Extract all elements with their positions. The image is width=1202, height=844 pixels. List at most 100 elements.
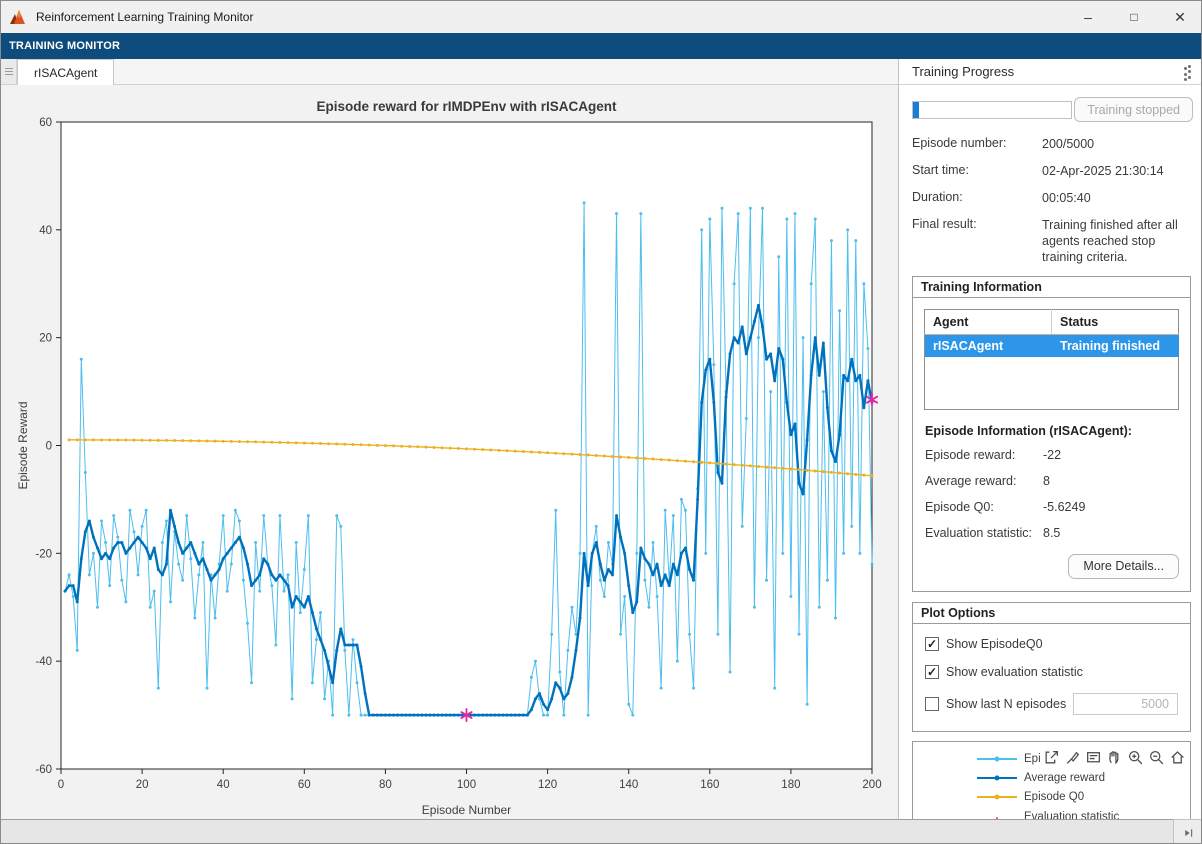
legend-item-average-reward: Average reward (913, 769, 1190, 788)
tab-grip[interactable] (1, 59, 17, 84)
field-label: Episode number: (912, 136, 1042, 152)
svg-text:Episode Reward: Episode Reward (16, 401, 30, 489)
export-icon[interactable] (1043, 749, 1060, 766)
info-row-start-time: Start time: 02-Apr-2025 21:30:14 (912, 163, 1193, 179)
checkbox-label: Show last N episodes (946, 697, 1066, 711)
svg-text:0: 0 (58, 779, 64, 791)
training-information-group: Training Information Agent Status rISACA… (912, 276, 1191, 592)
field-value: 02-Apr-2025 21:30:14 (1042, 163, 1193, 179)
matlab-logo-icon (9, 9, 27, 25)
legend-marker (995, 795, 1000, 800)
progress-fill (913, 102, 919, 118)
field-value: 00:05:40 (1042, 190, 1193, 206)
agents-table: Agent Status rISACAgent Training finishe… (924, 309, 1179, 410)
legend-line-average-reward (977, 777, 1017, 779)
chart-title: Episode reward for rIMDPEnv with rISACAg… (61, 99, 872, 114)
stat-evaluation-statistic: Evaluation statistic: 8.5 (925, 526, 1178, 540)
panel-expand-corner[interactable] (1173, 819, 1202, 844)
stat-average-reward: Average reward: 8 (925, 474, 1178, 488)
stat-episode-q0: Episode Q0: -5.6249 (925, 500, 1178, 514)
progress-info: Episode number: 200/5000 Start time: 02-… (912, 136, 1193, 265)
horizontal-scrollbar[interactable] (1, 819, 1173, 844)
checkbox-row-show-episodeq0: ✓ Show EpisodeQ0 (925, 637, 1178, 651)
field-value: Training finished after all agents reach… (1042, 217, 1193, 265)
svg-text:-40: -40 (35, 656, 52, 668)
field-label: Duration: (912, 190, 1042, 206)
svg-text:60: 60 (39, 117, 52, 129)
chart-region: 020406080100120140160180200-60-40-200204… (1, 85, 898, 819)
info-row-duration: Duration: 00:05:40 (912, 190, 1193, 206)
svg-text:140: 140 (619, 779, 638, 791)
stat-episode-reward: Episode reward: -22 (925, 448, 1178, 462)
checkbox-label: Show EpisodeQ0 (946, 637, 1043, 651)
svg-text:20: 20 (136, 779, 149, 791)
svg-text:100: 100 (457, 779, 476, 791)
legend-marker (995, 776, 1000, 781)
training-progress-bar (912, 101, 1072, 119)
pan-icon[interactable] (1106, 749, 1123, 766)
window-controls: – □ ✕ (1065, 1, 1202, 33)
svg-text:40: 40 (217, 779, 230, 791)
stat-value: -5.6249 (1043, 500, 1178, 514)
close-button[interactable]: ✕ (1157, 1, 1202, 33)
field-value: 200/5000 (1042, 136, 1193, 152)
table-row-rlsacagent[interactable]: rISACAgent Training finished (925, 335, 1179, 358)
legend-item-episode-q0: Episode Q0 (913, 788, 1190, 807)
stat-label: Episode reward: (925, 448, 1043, 462)
show-last-n-episodes-checkbox[interactable] (925, 697, 939, 711)
field-label: Final result: (912, 217, 1042, 265)
cell-status: Training finished (1052, 335, 1179, 358)
column-header-agent: Agent (925, 310, 1052, 335)
legend-marker (995, 757, 1000, 762)
legend-label: Average reward (1024, 771, 1105, 785)
info-row-episode-number: Episode number: 200/5000 (912, 136, 1193, 152)
home-icon[interactable] (1169, 749, 1186, 766)
svg-text:-20: -20 (35, 548, 52, 560)
window-title: Reinforcement Learning Training Monitor (36, 10, 253, 24)
svg-text:180: 180 (781, 779, 800, 791)
ribbon-label: TRAINING MONITOR (9, 40, 120, 52)
svg-text:160: 160 (700, 779, 719, 791)
last-n-episodes-input: 5000 (1073, 693, 1178, 715)
minimize-button[interactable]: – (1065, 1, 1111, 33)
stat-label: Average reward: (925, 474, 1043, 488)
stat-label: Episode Q0: (925, 500, 1043, 514)
info-row-final-result: Final result: Training finished after al… (912, 217, 1193, 265)
stat-value: 8.5 (1043, 526, 1178, 540)
ribbon-training-monitor: TRAINING MONITOR (1, 33, 1202, 59)
brush-icon[interactable] (1064, 749, 1081, 766)
datatips-icon[interactable] (1085, 749, 1102, 766)
tab-options-kebab-icon[interactable] (1182, 65, 1189, 83)
svg-text:200: 200 (862, 779, 881, 791)
show-evaluation-statistic-checkbox[interactable]: ✓ (925, 665, 939, 679)
legend-label: Episode Q0 (1024, 790, 1084, 804)
title-bar: Reinforcement Learning Training Monitor … (1, 1, 1202, 33)
training-progress-panel: Training Progress Training stopped Episo… (898, 59, 1202, 819)
axes-toolbar (1041, 747, 1188, 768)
expand-panel-icon (1183, 827, 1195, 839)
maximize-button[interactable]: □ (1111, 1, 1157, 33)
group-title: Training Information (913, 277, 1190, 298)
table-empty-space (925, 357, 1179, 409)
progress-row: Training stopped (912, 97, 1193, 122)
plot-options-group: Plot Options ✓ Show EpisodeQ0 ✓ Show eva… (912, 602, 1191, 732)
show-episodeq0-checkbox[interactable]: ✓ (925, 637, 939, 651)
zoom-out-icon[interactable] (1148, 749, 1165, 766)
svg-text:80: 80 (379, 779, 392, 791)
legend-line-episode-reward (977, 758, 1017, 760)
svg-text:-60: -60 (35, 764, 52, 776)
episode-reward-chart[interactable]: 020406080100120140160180200-60-40-200204… (1, 85, 898, 819)
tab-rlsacagent[interactable]: rISACAgent (17, 59, 114, 85)
column-header-status: Status (1052, 310, 1179, 335)
svg-text:Episode Number: Episode Number (422, 803, 511, 817)
tab-label: rISACAgent (34, 66, 97, 80)
zoom-in-icon[interactable] (1127, 749, 1144, 766)
svg-text:60: 60 (298, 779, 311, 791)
stat-value: 8 (1043, 474, 1178, 488)
panel-title: Training Progress (912, 64, 1186, 79)
bottom-bar (1, 819, 1202, 844)
stat-label: Evaluation statistic: (925, 526, 1043, 540)
checkbox-label: Show evaluation statistic (946, 665, 1083, 679)
training-stopped-button: Training stopped (1074, 97, 1193, 122)
more-details-button[interactable]: More Details... (1068, 554, 1179, 579)
